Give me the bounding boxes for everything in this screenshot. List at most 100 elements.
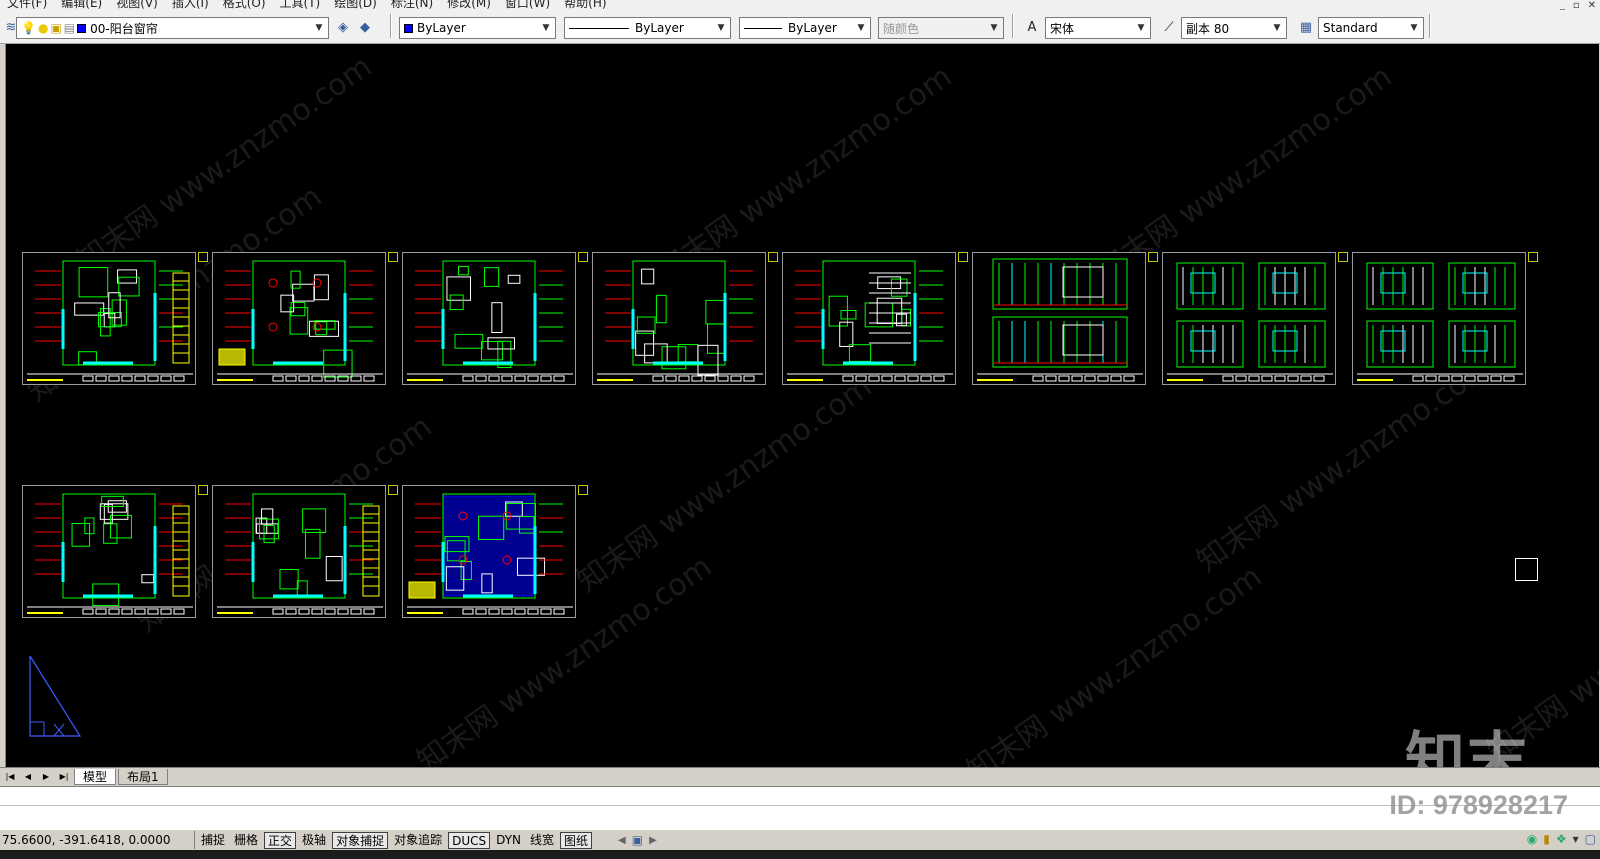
print-icon: ▤	[63, 21, 76, 35]
clean-screen-icon[interactable]: ▢	[1585, 832, 1596, 846]
cursor-pickbox	[1515, 558, 1538, 581]
viewport-icon[interactable]: ▣	[632, 833, 643, 847]
properties-toolbar: ≋ 💡 ● ▣ ▤ 00-阳台窗帘 ▼ ◈ ◆ ByLayer ▼ ByLaye…	[0, 10, 1600, 44]
make-current-layer-icon[interactable]: ◈	[334, 20, 352, 36]
tab-model[interactable]: 模型	[74, 768, 117, 785]
sheet-corner-marker	[388, 252, 398, 262]
drawing-sheet[interactable]	[782, 252, 956, 385]
drawing-sheet[interactable]	[1352, 252, 1526, 385]
menu-item[interactable]: 工具(T)	[273, 0, 328, 11]
chevron-down-icon[interactable]: ▼	[1134, 21, 1148, 35]
lock-icon[interactable]: ▮	[1543, 832, 1550, 846]
toolbar-separator	[1429, 14, 1431, 38]
cursor-coordinates: 75.6600, -391.6418, 0.0000	[0, 831, 195, 849]
menu-item[interactable]: 视图(V)	[109, 0, 165, 11]
text-style-combo[interactable]: 宋体 ▼	[1045, 17, 1151, 39]
chevron-down-icon[interactable]: ▼	[539, 21, 553, 35]
drawing-sheet[interactable]	[592, 252, 766, 385]
drawing-sheet[interactable]	[402, 485, 576, 618]
toolbar-separator	[390, 14, 392, 38]
sheet-corner-marker	[198, 485, 208, 495]
command-window[interactable]: ID: 978928217	[0, 786, 1600, 830]
chevron-down-icon[interactable]: ▾	[1573, 832, 1579, 846]
brand-logo: 知末	[1405, 726, 1529, 767]
text-style-icon[interactable]: A	[1023, 20, 1041, 36]
menu-item[interactable]: 格式(O)	[216, 0, 273, 11]
drawing-sheet[interactable]	[972, 252, 1146, 385]
dim-style-icon[interactable]: ⟋	[1160, 20, 1178, 36]
sheet-corner-marker	[578, 252, 588, 262]
color-value: ByLayer	[417, 21, 466, 35]
text-style-value: 宋体	[1050, 21, 1075, 36]
layer-name: 00-阳台窗帘	[90, 21, 158, 36]
sheet-corner-marker	[578, 485, 588, 495]
table-style-icon[interactable]: ▦	[1297, 20, 1315, 36]
menu-item[interactable]: 帮助(H)	[557, 0, 613, 11]
status-toggle[interactable]: DYN	[493, 832, 524, 849]
layer-previous-icon[interactable]: ◆	[356, 20, 374, 36]
color-combo[interactable]: ByLayer ▼	[399, 17, 556, 39]
drawing-sheet[interactable]	[402, 252, 576, 385]
layout-tab-bar: |◀ ◀ ▶ ▶| 模型 布局1	[0, 767, 1600, 785]
chevron-down-icon[interactable]: ▼	[1407, 21, 1421, 35]
status-toggle[interactable]: 线宽	[527, 832, 557, 849]
status-toggle[interactable]: DUCS	[448, 831, 491, 849]
right-arrow-icon[interactable]: ▶	[649, 835, 657, 846]
status-toggle[interactable]: 对象追踪	[391, 832, 445, 849]
chevron-down-icon: ▼	[990, 23, 998, 33]
menu-item[interactable]: 插入(I)	[165, 0, 216, 11]
status-toggle[interactable]: 正交	[264, 831, 297, 849]
first-tab-icon[interactable]: |◀	[2, 770, 18, 784]
plotstyle-value: 随颜色	[883, 21, 920, 36]
layer-combo[interactable]: 💡 ● ▣ ▤ 00-阳台窗帘 ▼	[16, 17, 329, 39]
drawing-area[interactable]: 知末网 www.znzmo.com 知末网 www.znzmo.com 知末网 ww…	[5, 44, 1599, 767]
drawing-sheet[interactable]	[1162, 252, 1336, 385]
drawing-sheet[interactable]	[22, 485, 196, 618]
menu-bar: 文件(F) 编辑(E) 视图(V) 插入(I) 格式(O) 工具(T) 绘图(D) 标注(N)…	[0, 0, 1600, 10]
lineweight-combo[interactable]: ByLayer ▼	[739, 17, 871, 39]
menu-item[interactable]: 窗口(W)	[498, 0, 557, 11]
chevron-down-icon[interactable]: ▼	[854, 21, 868, 35]
status-toggle[interactable]: 捕捉	[198, 832, 228, 849]
sun-icon: ●	[37, 21, 49, 35]
status-toggle[interactable]: 对象捕捉	[332, 831, 389, 849]
menu-item[interactable]: 编辑(E)	[54, 0, 109, 11]
sheet-corner-marker	[1528, 252, 1538, 262]
plotstyle-combo: 随颜色 ▼	[878, 17, 1004, 39]
communication-icon[interactable]: ◉	[1527, 832, 1537, 846]
tab-layout1[interactable]: 布局1	[118, 768, 168, 785]
chevron-down-icon[interactable]: ▼	[1270, 21, 1284, 35]
drawing-sheet[interactable]	[212, 485, 386, 618]
dim-style-combo[interactable]: 副本 80 ▼	[1181, 17, 1287, 39]
tray-settings-icon[interactable]: ❖	[1556, 832, 1567, 846]
menu-item[interactable]: 文件(F)	[0, 0, 54, 11]
status-toggles: 捕捉 栅格 正交 极轴 对象捕捉 对象追踪 DUCS DYN 线宽 图纸	[195, 831, 593, 849]
status-tray: ◉ ▮ ❖ ▾ ▢	[1527, 832, 1596, 846]
status-toggle[interactable]: 极轴	[299, 832, 329, 849]
next-tab-icon[interactable]: ▶	[38, 770, 54, 784]
bulb-icon: 💡	[21, 21, 36, 35]
table-style-value: Standard	[1323, 21, 1378, 35]
left-arrow-icon[interactable]: ◀	[618, 835, 626, 846]
last-tab-icon[interactable]: ▶|	[56, 770, 72, 784]
dim-style-value: 副本 80	[1186, 21, 1230, 36]
drawing-sheet[interactable]	[22, 252, 196, 385]
status-bar: 75.6600, -391.6418, 0.0000 捕捉 栅格 正交 极轴 对象捕捉对…	[0, 830, 1600, 850]
menu-item[interactable]: 绘图(D)	[327, 0, 384, 11]
table-style-combo[interactable]: Standard ▼	[1318, 17, 1424, 39]
ucs-icon	[24, 652, 84, 745]
status-toggle[interactable]: 栅格	[231, 832, 261, 849]
lineweight-sample	[744, 27, 782, 29]
linetype-value: ByLayer	[635, 21, 684, 35]
menu-item[interactable]: 修改(M)	[440, 0, 498, 11]
prev-tab-icon[interactable]: ◀	[20, 770, 36, 784]
status-toggle[interactable]: 图纸	[560, 831, 593, 849]
drawing-sheet[interactable]	[212, 252, 386, 385]
sheet-corner-marker	[768, 252, 778, 262]
chevron-down-icon[interactable]: ▼	[714, 21, 728, 35]
linetype-combo[interactable]: ByLayer ▼	[564, 17, 731, 39]
menu-item[interactable]: 标注(N)	[384, 0, 440, 11]
chevron-down-icon[interactable]: ▼	[312, 21, 326, 35]
lineweight-value: ByLayer	[788, 21, 837, 35]
sheet-corner-marker	[1338, 252, 1348, 262]
